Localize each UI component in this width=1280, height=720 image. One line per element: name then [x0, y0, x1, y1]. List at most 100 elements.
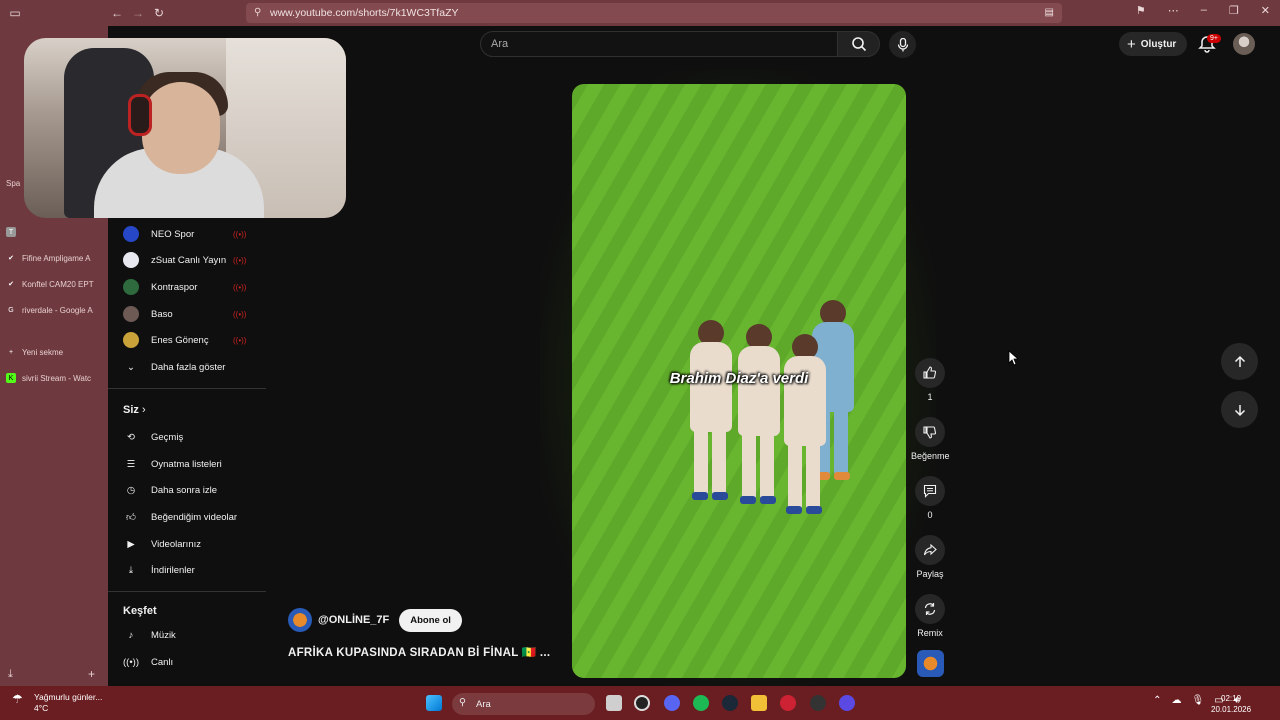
subscribe-button[interactable]: Abone ol [399, 608, 462, 632]
steam-icon[interactable] [722, 695, 738, 711]
subscription-item[interactable]: NEO Spor ((•)) [123, 224, 263, 244]
app-icon[interactable] [839, 695, 855, 711]
search-icon: ⚲ [459, 697, 466, 708]
tab-item[interactable]: ✔ Konftel CAM20 EPT [6, 273, 102, 295]
comments-button[interactable] [915, 476, 945, 506]
tab-item[interactable]: T [6, 221, 102, 243]
download-icon: ⤓ [128, 564, 134, 576]
close-icon[interactable]: ✕ [1261, 4, 1270, 17]
back-icon[interactable]: ← [110, 6, 124, 20]
thumbs-up-icon [923, 366, 937, 379]
weather-icon: ☂ [12, 692, 23, 706]
menu-icon[interactable]: ⋯ [1168, 4, 1179, 17]
video-title[interactable]: AFRİKA KUPASINDA SIRADAN Bİ FİNAL 🇸🇳 ... [288, 645, 550, 659]
channel-avatar[interactable] [288, 608, 312, 632]
taskbar-search[interactable]: ⚲ Ara [452, 693, 595, 715]
subscription-item[interactable]: Enes Gönenç ((•)) [123, 330, 263, 350]
cloud-icon[interactable]: ☁ [1172, 695, 1182, 706]
windows-start-icon[interactable] [426, 695, 442, 711]
subscription-item[interactable]: Baso ((•)) [123, 304, 263, 324]
channel-name[interactable]: @ONLİNE_7F [318, 614, 389, 626]
channel-row: @ONLİNE_7F Abone ol [288, 608, 462, 632]
sidebar-item-your-videos[interactable]: ▶ Videolarınız [123, 534, 263, 554]
sidebar-item-watch-later[interactable]: ◷ Daha sonra izle [123, 480, 263, 500]
account-avatar[interactable] [1233, 33, 1255, 55]
reload-icon[interactable]: ↻ [152, 6, 166, 20]
live-icon: ((•)) [123, 656, 139, 668]
search-input[interactable]: Ara [480, 31, 838, 57]
you-section-heading[interactable]: Siz › [123, 404, 146, 416]
live-icon: ((•)) [233, 282, 247, 292]
share-label: Paylaş [916, 569, 944, 579]
sidebar-toggle-icon[interactable]: ▭ [8, 6, 22, 20]
dislike-button[interactable] [915, 417, 945, 447]
remix-action[interactable]: Remix [911, 594, 949, 638]
remix-label: Remix [917, 628, 943, 638]
like-button[interactable] [915, 358, 945, 388]
minimize-icon[interactable]: – [1201, 4, 1207, 17]
subscription-item[interactable]: Kontraspor ((•)) [123, 277, 263, 297]
mic-icon[interactable]: 🎙︎ [1192, 695, 1205, 706]
sidebar-item-music[interactable]: ♪ Müzik [123, 625, 263, 645]
playlist-icon: ☰ [126, 458, 136, 470]
add-tab-icon[interactable]: + [88, 667, 95, 681]
sidebar-item-downloads[interactable]: ⤓ İndirilenler [123, 560, 263, 580]
comments-action[interactable]: 0 [911, 476, 949, 520]
share-action[interactable]: Paylaş [911, 535, 949, 579]
previous-short-button[interactable] [1221, 343, 1258, 380]
like-action[interactable]: 1 [911, 358, 949, 402]
thumbs-down-icon [923, 426, 937, 439]
spotify-icon[interactable] [693, 695, 709, 711]
reader-icon[interactable]: ▤ [1045, 7, 1054, 18]
new-tab-button[interactable]: + Yeni sekme [6, 341, 102, 363]
tab-item[interactable]: Ksivrii Stream - Watc [6, 367, 102, 389]
tab-item[interactable]: Griverdale - Google A [6, 299, 102, 321]
sidebar-item-history[interactable]: ⟲ Geçmiş [123, 427, 263, 447]
check-icon: ✔ [8, 281, 14, 288]
mouse-cursor-icon [1008, 350, 1018, 366]
url-text: www.youtube.com/shorts/7k1WC3TfaZY [270, 7, 459, 19]
next-short-button[interactable] [1221, 391, 1258, 428]
task-view-icon[interactable] [606, 695, 622, 711]
tab-item[interactable]: ✔ Fifine Ampligame A [6, 247, 102, 269]
voice-search-button[interactable] [889, 31, 916, 58]
site-info-icon[interactable]: ⚲ [254, 7, 261, 18]
address-bar[interactable]: ⚲ www.youtube.com/shorts/7k1WC3TfaZY ▤ [246, 3, 1062, 23]
like-count: 1 [927, 392, 933, 402]
webcam-overlay [24, 38, 346, 218]
show-more-button[interactable]: ⌄ Daha fazla göster [123, 357, 263, 377]
browser-app-icon[interactable] [780, 695, 796, 711]
chevron-right-icon: › [141, 404, 146, 416]
dislike-action[interactable]: Beğenme [911, 417, 950, 461]
chevron-up-icon[interactable]: ⌃ [1153, 695, 1161, 706]
sidebar-item-live[interactable]: ((•)) Canlı [123, 652, 263, 672]
clock[interactable]: 02:19 20.01.2026 [1211, 693, 1251, 715]
sound-thumbnail[interactable] [917, 650, 944, 677]
like-icon: 👍︎ [126, 512, 136, 523]
search-button[interactable] [837, 31, 880, 57]
player-figure [690, 320, 732, 500]
file-explorer-icon[interactable] [751, 695, 767, 711]
extension-icon[interactable]: ⚑ [1136, 4, 1146, 17]
yt-sidebar: NEO Spor ((•)) zSuat Canlı Yayın ((•)) Kon… [108, 220, 268, 686]
create-button[interactable]: + Oluştur [1119, 32, 1187, 56]
maximize-icon[interactable]: ❐ [1229, 4, 1239, 17]
history-icon: ⟲ [127, 431, 135, 443]
channel-avatar [123, 279, 139, 295]
discord-icon[interactable] [664, 695, 680, 711]
app-icon[interactable] [810, 695, 826, 711]
remix-button[interactable] [915, 594, 945, 624]
channel-avatar [123, 332, 139, 348]
weather-widget[interactable]: ☂ Yağmurlu günler... 4°C [12, 692, 102, 714]
notification-badge: 9+ [1207, 34, 1221, 43]
sidebar-item-liked-videos[interactable]: 👍︎ Beğendiğim videolar [123, 507, 263, 527]
subscription-item[interactable]: zSuat Canlı Yayın ((•)) [123, 250, 263, 270]
downloads-icon[interactable]: ⤓ [8, 668, 13, 681]
sidebar-item-playlists[interactable]: ☰ Oynatma listeleri [123, 454, 263, 474]
share-button[interactable] [915, 535, 945, 565]
google-icon: G [8, 306, 14, 314]
channel-avatar [123, 252, 139, 268]
obs-icon[interactable] [634, 695, 650, 711]
forward-icon[interactable]: → [131, 6, 145, 20]
channel-avatar [123, 226, 139, 242]
